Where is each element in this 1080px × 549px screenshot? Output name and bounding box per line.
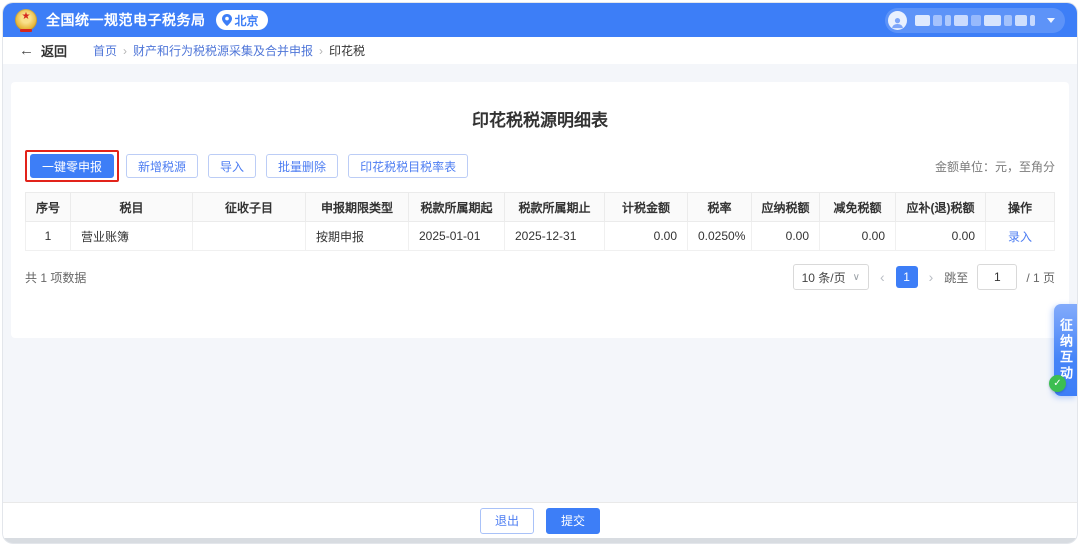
select-caret-icon: ∨ [853, 272, 860, 283]
page-title: 印花税税源明细表 [25, 82, 1055, 131]
annotation-highlight-box: 一键零申报 [25, 150, 119, 182]
back-arrow-icon[interactable]: ← [19, 42, 34, 59]
toolbar: 一键零申报 新增税源 导入 批量删除 印花税税目税率表 金额单位：元，至角分 [25, 150, 1055, 182]
amount-unit-note: 金额单位：元，至角分 [935, 158, 1055, 175]
one-click-zero-declare-button[interactable]: 一键零申报 [30, 154, 114, 178]
pagination: 10 条/页 ∨ ‹ 1 › 跳至 / 1 页 [793, 264, 1055, 290]
col-tax-item: 税目 [71, 193, 193, 222]
cell-seq: 1 [26, 222, 71, 251]
col-sub-item: 征收子目 [193, 193, 306, 222]
breadcrumb-separator-icon: › [319, 44, 323, 58]
col-period-end: 税款所属期止 [505, 193, 605, 222]
row-entry-link[interactable]: 录入 [1008, 230, 1032, 244]
cell-taxable-amount: 0.00 [605, 222, 688, 251]
app-title: 全国统一规范电子税务局 [46, 10, 206, 30]
main-content: 印花税税源明细表 一键零申报 新增税源 导入 批量删除 印花税税目税率表 金额单… [3, 64, 1077, 502]
table-header-row: 序号 税目 征收子目 申报期限类型 税款所属期起 税款所属期止 计税金额 税率 … [26, 193, 1055, 222]
prev-page-button[interactable]: ‹ [878, 269, 887, 285]
total-pages-label: / 1 页 [1026, 269, 1055, 286]
breadcrumb-home[interactable]: 首页 [93, 42, 117, 59]
cell-period-type: 按期申报 [306, 222, 409, 251]
col-tax-reduction: 减免税额 [820, 193, 896, 222]
breadcrumb: 首页 › 财产和行为税税源采集及合并申报 › 印花税 [93, 42, 365, 59]
back-button[interactable]: 返回 [41, 41, 67, 60]
breadcrumb-current: 印花税 [329, 42, 365, 59]
col-operation: 操作 [986, 193, 1055, 222]
cell-sub-item [193, 222, 306, 251]
bottom-action-bar: 退出 提交 [3, 502, 1077, 538]
tax-bureau-emblem-icon: ★ [15, 9, 37, 31]
jump-to-label: 跳至 [944, 269, 968, 286]
col-supplement-refund: 应补(退)税额 [896, 193, 986, 222]
breadcrumb-bar: ← 返回 首页 › 财产和行为税税源采集及合并申报 › 印花税 [3, 37, 1077, 64]
location-label: 北京 [235, 12, 259, 29]
cell-tax-rate: 0.0250% [688, 222, 752, 251]
cell-supplement-refund: 0.00 [896, 222, 986, 251]
table-row: 1 营业账簿 按期申报 2025-01-01 2025-12-31 0.00 0… [26, 222, 1055, 251]
table-footer: 共 1 项数据 10 条/页 ∨ ‹ 1 › 跳至 / 1 页 [25, 264, 1055, 290]
breadcrumb-separator-icon: › [123, 44, 127, 58]
top-header-bar: ★ 全国统一规范电子税务局 北京 [3, 3, 1077, 37]
stamp-tax-card: 印花税税源明细表 一键零申报 新增税源 导入 批量删除 印花税税目税率表 金额单… [11, 82, 1069, 338]
cell-period-end: 2025-12-31 [505, 222, 605, 251]
page-size-select[interactable]: 10 条/页 ∨ [793, 264, 869, 290]
tax-source-table: 序号 税目 征收子目 申报期限类型 税款所属期起 税款所属期止 计税金额 税率 … [25, 192, 1055, 251]
tax-interaction-label: 征纳互动 [1054, 318, 1077, 382]
window-bottom-edge [3, 538, 1077, 543]
col-period-type: 申报期限类型 [306, 193, 409, 222]
import-button[interactable]: 导入 [208, 154, 256, 178]
user-name-redacted [915, 15, 1035, 26]
user-account-menu[interactable] [885, 8, 1065, 33]
user-avatar-icon [888, 11, 907, 30]
add-tax-source-button[interactable]: 新增税源 [126, 154, 198, 178]
col-tax-rate: 税率 [688, 193, 752, 222]
app-window: ★ 全国统一规范电子税务局 北京 [3, 3, 1077, 543]
location-pin-icon [222, 14, 232, 26]
tax-interaction-tab[interactable]: 征纳互动 ✓ [1054, 304, 1077, 396]
stamp-tax-rate-table-button[interactable]: 印花税税目税率表 [348, 154, 468, 178]
cell-tax-payable: 0.00 [752, 222, 820, 251]
cell-tax-item: 营业账簿 [71, 222, 193, 251]
col-tax-payable: 应纳税额 [752, 193, 820, 222]
exit-button[interactable]: 退出 [480, 508, 534, 534]
jump-page-input[interactable] [977, 264, 1017, 290]
submit-button[interactable]: 提交 [546, 508, 600, 534]
breadcrumb-collection[interactable]: 财产和行为税税源采集及合并申报 [133, 42, 313, 59]
user-menu-caret-icon [1047, 18, 1055, 23]
col-taxable-amount: 计税金额 [605, 193, 688, 222]
cell-tax-reduction: 0.00 [820, 222, 896, 251]
page-number-button[interactable]: 1 [896, 266, 918, 288]
batch-delete-button[interactable]: 批量删除 [266, 154, 338, 178]
next-page-button[interactable]: › [927, 269, 936, 285]
total-count-label: 共 1 项数据 [25, 269, 86, 286]
col-period-start: 税款所属期起 [409, 193, 505, 222]
location-selector[interactable]: 北京 [216, 10, 268, 30]
interaction-badge-icon: ✓ [1049, 375, 1066, 392]
cell-period-start: 2025-01-01 [409, 222, 505, 251]
col-seq: 序号 [26, 193, 71, 222]
